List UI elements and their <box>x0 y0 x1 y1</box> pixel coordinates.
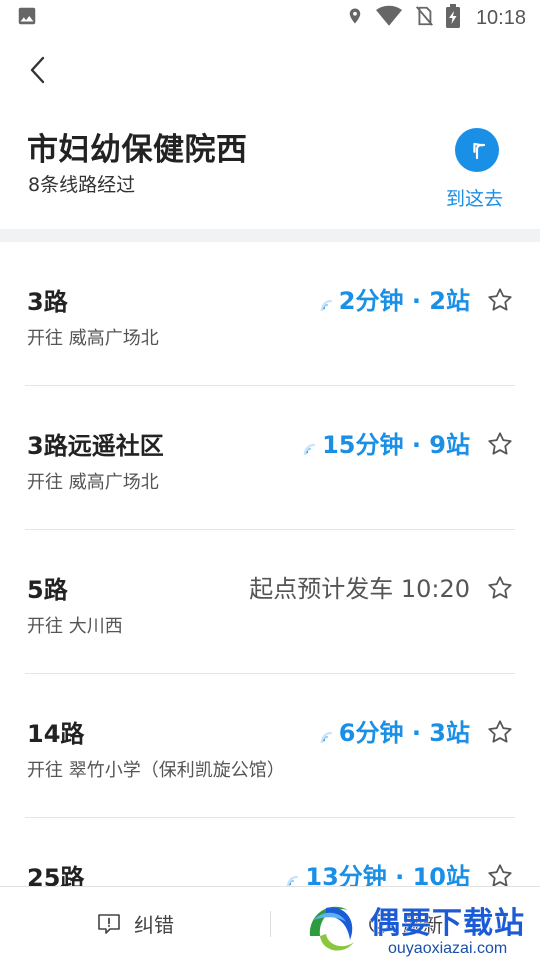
watermark-logo-icon <box>305 901 359 955</box>
chevron-left-icon <box>30 56 45 84</box>
wifi-icon <box>375 5 402 31</box>
star-icon <box>488 288 512 311</box>
route-row[interactable]: 5路 开往 大川西 起点预计发车 10:20 <box>0 530 540 674</box>
feedback-icon <box>98 913 120 934</box>
no-sim-icon <box>414 5 434 31</box>
route-eta: 15分钟 · 9站 <box>302 425 470 460</box>
route-destination: 开往 威高广场北 <box>27 328 159 349</box>
star-icon <box>488 576 512 599</box>
watermark: 偶要下载站 ouyaoxiazai.com <box>300 896 540 960</box>
favorite-star-button[interactable] <box>486 286 514 314</box>
favorite-star-button[interactable] <box>486 718 514 746</box>
route-name: 3路 <box>27 288 68 316</box>
realtime-signal-icon <box>320 299 332 311</box>
route-row[interactable]: 14路 开往 翠竹小学（保利凯旋公馆） 6分钟 · 3站 <box>0 674 540 818</box>
route-eta-text: 2分钟 · 2站 <box>338 287 470 315</box>
star-icon <box>488 432 512 455</box>
realtime-signal-icon <box>303 443 316 455</box>
realtime-signal-icon <box>287 875 299 886</box>
route-name: 14路 <box>27 720 85 748</box>
route-destination: 开往 翠竹小学（保利凯旋公馆） <box>27 760 285 781</box>
route-destination: 开往 大川西 <box>27 616 123 637</box>
favorite-star-button[interactable] <box>486 574 514 602</box>
star-icon <box>488 720 512 743</box>
route-row[interactable]: 3路 开往 威高广场北 2分钟 · 2站 <box>0 242 540 386</box>
route-eta: 6分钟 · 3站 <box>319 713 470 748</box>
navigate-here-button[interactable]: 到这去 <box>440 126 516 212</box>
route-row[interactable]: 25路 13分钟 · 10站 <box>0 818 540 886</box>
favorite-star-button[interactable] <box>486 430 514 458</box>
route-name: 5路 <box>27 576 68 604</box>
route-row[interactable]: 3路远遥社区 开往 威高广场北 15分钟 · 9站 <box>0 386 540 530</box>
route-name: 25路 <box>27 864 85 886</box>
route-eta-text: 15分钟 · 9站 <box>322 431 470 459</box>
back-button[interactable] <box>20 52 56 88</box>
route-name: 3路远遥社区 <box>27 432 164 460</box>
route-count: 8条线路经过 <box>28 174 136 196</box>
route-eta: 13分钟 · 10站 <box>285 857 470 886</box>
clock-time: 10:18 <box>475 6 526 29</box>
battery-charging-icon <box>445 4 460 32</box>
report-error-button[interactable]: 纠错 <box>0 887 270 960</box>
route-eta: 起点预计发车 10:20 <box>249 569 470 604</box>
watermark-title: 偶要下载站 <box>370 906 525 942</box>
favorite-star-button[interactable] <box>486 862 514 886</box>
status-bar: 10:18 <box>0 0 540 36</box>
section-divider <box>0 229 540 242</box>
navigate-here-label: 到这去 <box>446 188 504 210</box>
star-icon <box>488 864 512 886</box>
stop-name: 市妇幼保健院西 <box>27 132 248 168</box>
image-icon <box>16 5 38 31</box>
navigate-icon <box>455 128 499 172</box>
report-error-label: 纠错 <box>134 913 174 937</box>
route-eta-text: 13分钟 · 10站 <box>305 863 470 886</box>
route-eta: 2分钟 · 2站 <box>319 281 470 316</box>
realtime-signal-icon <box>320 731 332 743</box>
route-eta-text: 6分钟 · 3站 <box>338 719 470 747</box>
route-eta-text: 起点预计发车 10:20 <box>249 575 470 603</box>
location-icon <box>346 5 364 31</box>
route-list[interactable]: 3路 开往 威高广场北 2分钟 · 2站 3路远遥社区 开往 威高广场北 15分… <box>0 242 540 886</box>
watermark-url: ouyaoxiazai.com <box>388 940 508 957</box>
route-destination: 开往 威高广场北 <box>27 472 159 493</box>
